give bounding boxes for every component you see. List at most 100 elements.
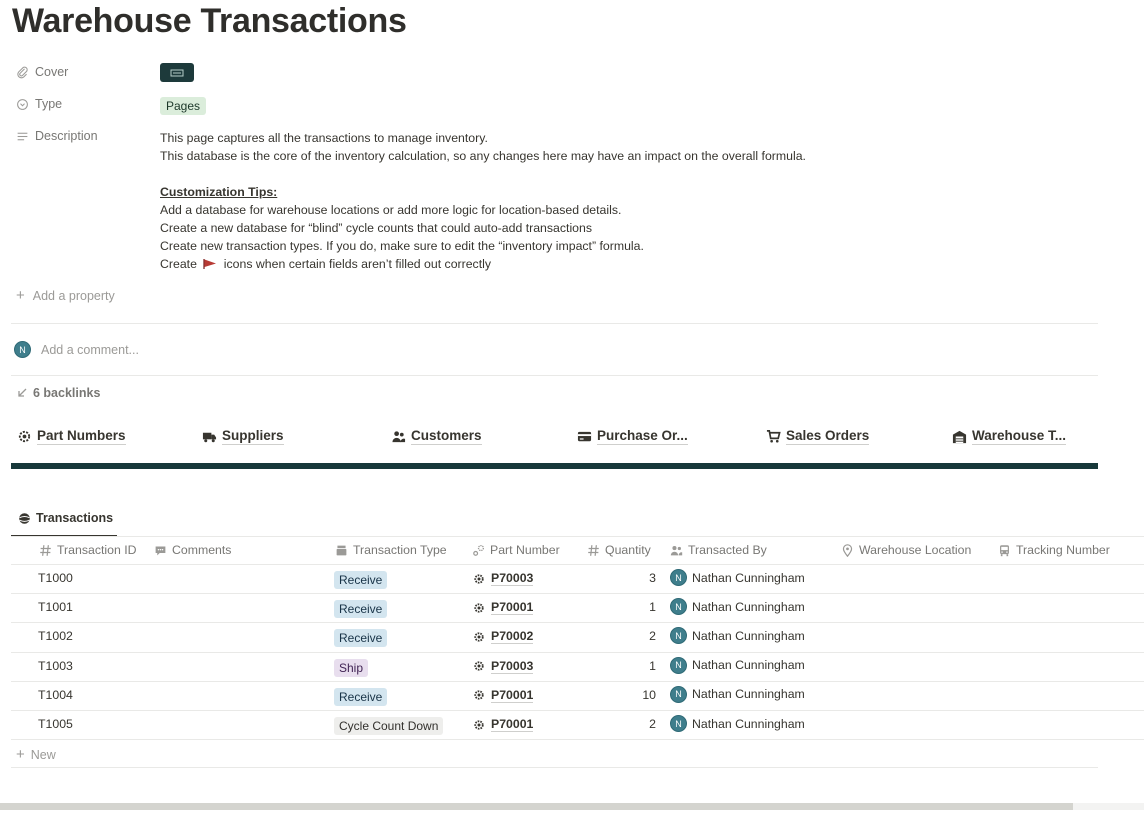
- part-number-label: P70002: [491, 629, 534, 645]
- quantity-cell[interactable]: 2: [611, 717, 656, 731]
- table-row[interactable]: T1005 Cycle Count Down P70001 2 N Nathan…: [11, 711, 1144, 741]
- table-row[interactable]: T1001 Receive P70001 1 N Nathan Cunningh…: [11, 594, 1144, 624]
- part-number-label: P70001: [491, 600, 534, 616]
- column-header-transaction-id[interactable]: Transaction ID: [39, 543, 137, 557]
- divider: [11, 375, 1098, 376]
- quantity-cell[interactable]: 1: [611, 659, 656, 673]
- transaction-type-tag[interactable]: Receive: [334, 571, 388, 589]
- credit-card-icon: [577, 431, 592, 442]
- transacted-by-cell[interactable]: N Nathan Cunningham: [670, 569, 805, 586]
- column-header-comments[interactable]: Comments: [154, 543, 231, 557]
- nav-link-purchase-orders[interactable]: Purchase Or...: [577, 428, 688, 445]
- image-icon: [170, 69, 184, 76]
- people-icon: [392, 431, 406, 443]
- relation-icon: [473, 544, 485, 556]
- page-title: Warehouse Transactions: [12, 2, 407, 40]
- cart-icon: [766, 430, 781, 443]
- transaction-id-cell[interactable]: T1003: [38, 659, 73, 673]
- nav-link-warehouse-transactions[interactable]: Warehouse T...: [952, 428, 1067, 445]
- transacted-by-cell[interactable]: N Nathan Cunningham: [670, 627, 805, 645]
- quantity-cell[interactable]: 2: [611, 629, 656, 643]
- transaction-id-cell[interactable]: T1000: [38, 571, 73, 585]
- comment-input[interactable]: Add a comment...: [41, 343, 139, 357]
- part-number-link[interactable]: P70003: [473, 659, 534, 674]
- table-row[interactable]: T1003 Ship P70003 1 N Nathan Cunningham: [11, 653, 1144, 682]
- part-number-link[interactable]: P70002: [473, 629, 534, 645]
- arrow-down-left-icon: [18, 388, 27, 397]
- property-label: Cover: [35, 65, 69, 79]
- column-header-warehouse-location[interactable]: Warehouse Location: [841, 543, 971, 557]
- part-number-label: P70001: [491, 717, 534, 732]
- gear-icon: [474, 719, 484, 730]
- person-name: Nathan Cunningham: [692, 599, 805, 614]
- gear-icon: [474, 690, 484, 700]
- avatar: N: [14, 341, 31, 358]
- transaction-id-cell[interactable]: T1005: [38, 717, 73, 731]
- part-number-link[interactable]: P70001: [473, 600, 534, 616]
- transaction-type-tag[interactable]: Receive: [334, 629, 388, 648]
- column-label: Tracking Number: [1016, 543, 1110, 557]
- person-name: Nathan Cunningham: [692, 570, 805, 585]
- part-number-link[interactable]: P70001: [473, 688, 534, 703]
- column-header-transaction-type[interactable]: Transaction Type: [335, 543, 447, 557]
- column-header-part-number[interactable]: Part Number: [472, 543, 560, 557]
- column-header-quantity[interactable]: Quantity: [587, 543, 651, 557]
- column-label: Comments: [172, 543, 232, 557]
- property-description[interactable]: Description: [16, 129, 98, 143]
- nav-link-label: Part Numbers: [37, 428, 126, 445]
- transacted-by-cell[interactable]: N Nathan Cunningham: [670, 715, 805, 732]
- transaction-id-cell[interactable]: T1002: [38, 629, 73, 643]
- transacted-by-cell[interactable]: N Nathan Cunningham: [670, 656, 805, 674]
- transaction-type-tag[interactable]: Ship: [334, 658, 369, 677]
- transaction-type-tag[interactable]: Receive: [334, 600, 388, 619]
- backlinks-toggle[interactable]: 6 backlinks: [16, 386, 100, 400]
- avatar: N: [670, 598, 687, 616]
- people-icon: [670, 545, 683, 555]
- nav-link-customers[interactable]: Customers: [391, 428, 482, 445]
- horizontal-scrollbar-thumb[interactable]: [0, 803, 1073, 810]
- tip-suffix: icons when certain fields aren’t filled …: [223, 257, 492, 271]
- tab-label: Transactions: [36, 511, 114, 525]
- nav-link-suppliers[interactable]: Suppliers: [202, 428, 284, 445]
- person-name: Nathan Cunningham: [692, 658, 805, 673]
- table-row[interactable]: T1004 Receive P70001 10 N Nathan Cunning…: [11, 682, 1144, 711]
- transaction-type-tag[interactable]: Cycle Count Down: [334, 717, 444, 735]
- tip-line: Create icons when certain fields aren’t …: [160, 255, 806, 273]
- nav-link-part-numbers[interactable]: Part Numbers: [17, 428, 126, 445]
- quantity-cell[interactable]: 3: [611, 571, 656, 585]
- add-property-button[interactable]: + Add a property: [16, 287, 115, 304]
- tab-transactions[interactable]: Transactions: [18, 511, 113, 525]
- quantity-cell[interactable]: 1: [611, 600, 656, 614]
- divider-bar: [11, 463, 1098, 469]
- avatar: N: [670, 627, 687, 645]
- column-header-tracking-number[interactable]: Tracking Number: [998, 543, 1110, 557]
- type-tag[interactable]: Pages: [160, 97, 207, 115]
- transacted-by-cell[interactable]: N Nathan Cunningham: [670, 685, 805, 703]
- part-number-link[interactable]: P70003: [473, 571, 534, 586]
- column-label: Warehouse Location: [859, 543, 972, 557]
- text-lines-icon: [17, 132, 28, 140]
- property-cover[interactable]: Cover: [16, 65, 68, 79]
- property-type[interactable]: Type: [16, 97, 62, 111]
- tip-line: Create new transaction types. If you do,…: [160, 239, 644, 253]
- quantity-cell[interactable]: 10: [611, 688, 656, 702]
- column-label: Quantity: [605, 543, 651, 557]
- transacted-by-cell[interactable]: N Nathan Cunningham: [670, 598, 805, 616]
- select-circle-icon: [17, 98, 28, 110]
- table-row[interactable]: T1002 Receive P70002 2 N Nathan Cunningh…: [11, 623, 1144, 653]
- person-name: Nathan Cunningham: [692, 716, 805, 731]
- nav-link-sales-orders[interactable]: Sales Orders: [766, 428, 870, 445]
- column-header-transacted-by[interactable]: Transacted By: [670, 543, 767, 557]
- gear-icon: [474, 573, 484, 584]
- red-flag-icon: [203, 259, 217, 269]
- transaction-type-tag[interactable]: Receive: [334, 687, 388, 706]
- transaction-id-cell[interactable]: T1001: [38, 600, 73, 614]
- divider: [11, 767, 1098, 768]
- cover-thumbnail[interactable]: [160, 63, 194, 82]
- table-row[interactable]: T1000 Receive P70003 3 N Nathan Cunningh…: [11, 565, 1144, 595]
- description-text[interactable]: This page captures all the transactions …: [160, 129, 806, 273]
- transaction-id-cell[interactable]: T1004: [38, 688, 73, 702]
- new-row-button[interactable]: + New: [16, 746, 56, 763]
- gear-icon: [474, 632, 484, 642]
- part-number-link[interactable]: P70001: [473, 717, 534, 732]
